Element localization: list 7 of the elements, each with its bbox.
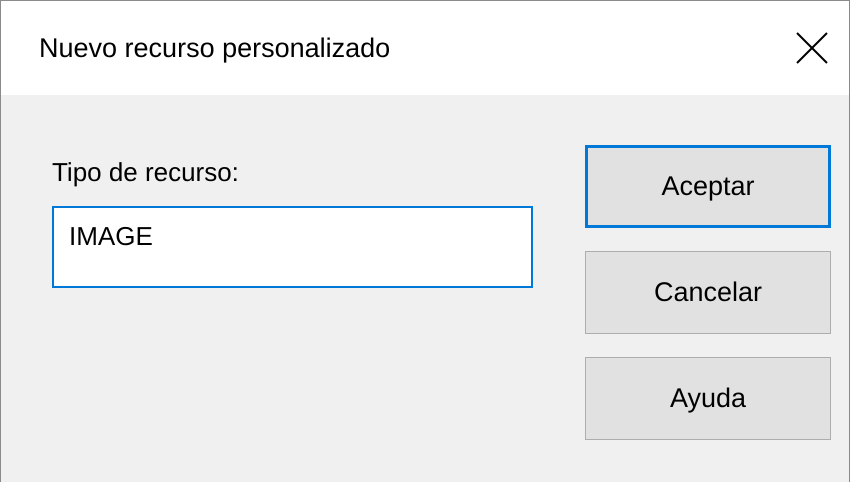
input-field[interactable]: IMAGE [52, 206, 533, 288]
close-icon[interactable] [795, 31, 829, 65]
dialog-button[interactable]: Ayuda [585, 357, 831, 440]
dialog-button[interactable]: Cancelar [585, 251, 831, 334]
field-label: Tipo de recurso: [52, 157, 240, 188]
dialog-button[interactable]: Aceptar [585, 145, 831, 228]
window-title: Nuevo recurso personalizado [39, 32, 390, 64]
